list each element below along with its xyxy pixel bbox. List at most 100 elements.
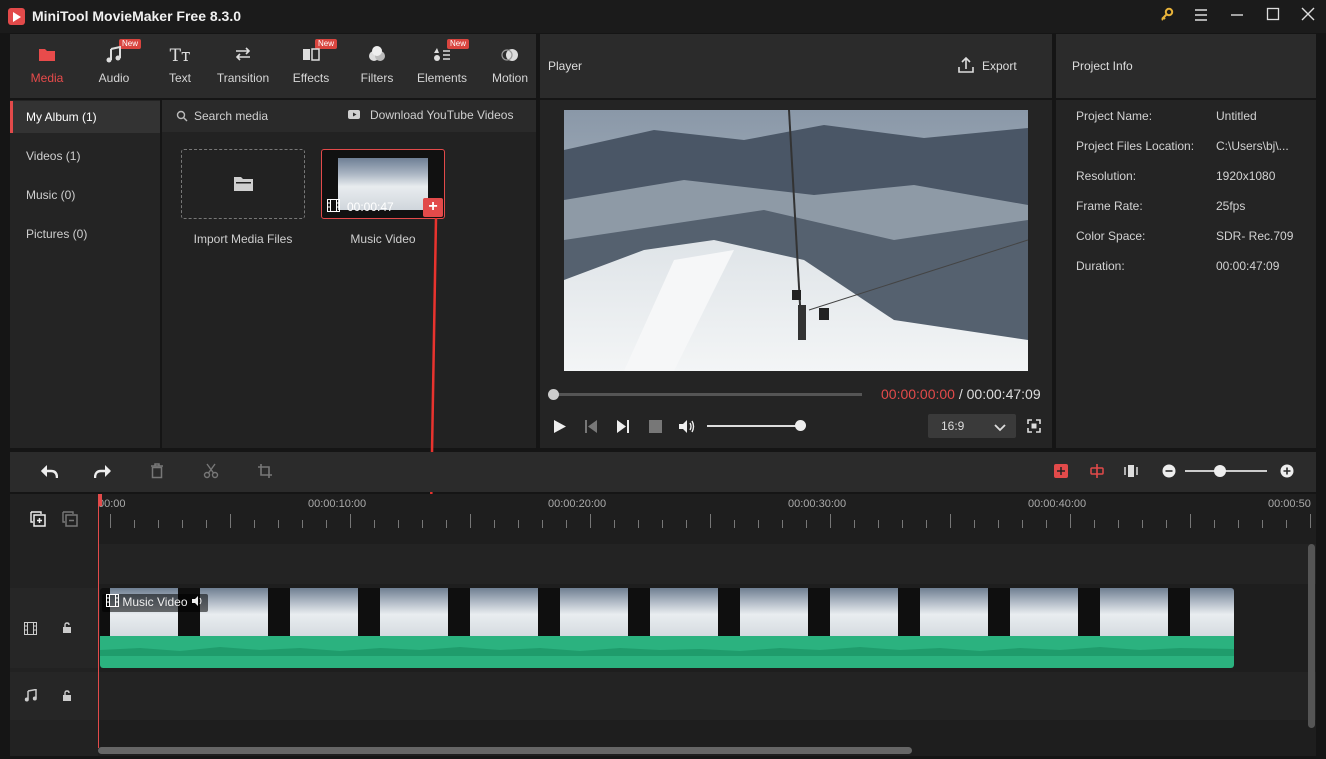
player-title: Player bbox=[548, 59, 583, 73]
tab-transition[interactable]: Transition bbox=[212, 34, 274, 98]
clip-frame bbox=[290, 588, 358, 636]
zoom-out-icon[interactable] bbox=[1162, 464, 1176, 481]
ruler-tick bbox=[998, 520, 999, 528]
vertical-scrollbar[interactable] bbox=[1308, 544, 1315, 728]
info-row-project-name: Project Name: Untitled bbox=[1076, 109, 1316, 129]
ruler-tick bbox=[374, 520, 375, 528]
timeline-video-clip[interactable]: Music Video bbox=[100, 588, 1234, 668]
zoom-slider-thumb[interactable] bbox=[1214, 465, 1226, 477]
maximize-button[interactable] bbox=[1262, 6, 1284, 28]
total-time: 00:00:47:09 bbox=[966, 386, 1041, 402]
auto-fit-icon[interactable] bbox=[1053, 463, 1069, 482]
tab-label: Filters bbox=[360, 71, 394, 85]
tab-audio[interactable]: New Audio bbox=[83, 34, 145, 98]
ruler-tick bbox=[422, 520, 423, 528]
delete-icon[interactable] bbox=[150, 463, 164, 482]
project-info-title: Project Info bbox=[1072, 59, 1133, 73]
stop-button[interactable] bbox=[649, 420, 662, 433]
effects-icon bbox=[280, 46, 342, 66]
close-button[interactable] bbox=[1297, 6, 1319, 28]
sidebar-item-videos[interactable]: Videos (1) bbox=[10, 140, 160, 172]
play-button[interactable] bbox=[553, 419, 567, 437]
crop-icon[interactable] bbox=[257, 463, 273, 482]
tab-text[interactable]: Tт Text bbox=[149, 34, 211, 98]
ruler-tick bbox=[926, 520, 927, 528]
ruler-tick bbox=[446, 520, 447, 528]
current-time: 00:00:00:00 bbox=[881, 386, 955, 402]
info-key: Project Name: bbox=[1076, 109, 1153, 123]
aspect-ratio-select[interactable]: 16:9 bbox=[928, 414, 1016, 438]
sidebar-item-music[interactable]: Music (0) bbox=[10, 179, 160, 211]
ruler-tick bbox=[230, 514, 231, 528]
ruler-label: 00:00 bbox=[98, 498, 126, 510]
undo-icon[interactable] bbox=[40, 464, 59, 483]
ruler-tick bbox=[902, 520, 903, 528]
sidebar-item-my-album[interactable]: My Album (1) bbox=[10, 101, 160, 133]
split-marker-icon[interactable] bbox=[1089, 463, 1105, 482]
lock-video-track-icon[interactable] bbox=[62, 622, 72, 637]
audio-waveform bbox=[100, 636, 1234, 668]
timeline-toolbar bbox=[10, 452, 1316, 492]
add-to-timeline-button[interactable]: + bbox=[423, 198, 443, 217]
previous-frame-button[interactable] bbox=[584, 419, 598, 437]
add-track-icon[interactable] bbox=[30, 511, 46, 530]
filters-icon bbox=[346, 46, 408, 66]
motion-icon bbox=[479, 46, 541, 66]
clip-frame bbox=[200, 588, 268, 636]
horizontal-scrollbar[interactable] bbox=[98, 747, 912, 754]
ruler-tick bbox=[806, 520, 807, 528]
zoom-in-icon[interactable] bbox=[1280, 464, 1294, 481]
key-icon[interactable] bbox=[1156, 6, 1178, 28]
ruler-tick bbox=[1094, 520, 1095, 528]
tab-effects[interactable]: New Effects bbox=[280, 34, 342, 98]
ruler-tick bbox=[950, 514, 951, 528]
playhead-line[interactable] bbox=[98, 494, 99, 748]
tab-media[interactable]: Media bbox=[16, 34, 78, 98]
fullscreen-button[interactable] bbox=[1027, 419, 1041, 436]
audio-track bbox=[98, 672, 1316, 720]
album-sidebar: My Album (1) Videos (1) Music (0) Pictur… bbox=[10, 100, 160, 448]
lock-audio-track-icon[interactable] bbox=[62, 690, 72, 705]
ruler-tick bbox=[110, 514, 111, 528]
redo-icon[interactable] bbox=[93, 464, 112, 483]
ruler-tick bbox=[350, 514, 351, 528]
chevron-down-icon bbox=[994, 421, 1006, 435]
ruler-tick bbox=[1166, 520, 1167, 528]
sidebar-item-pictures[interactable]: Pictures (0) bbox=[10, 218, 160, 250]
minimize-button[interactable] bbox=[1226, 6, 1248, 28]
timeline-ruler: 00:00 00:00:10:00 00:00:20:00 00:00:30:0… bbox=[98, 494, 1316, 538]
main-toolbar: Media New Audio Tт Text Transition New E… bbox=[10, 34, 536, 98]
search-media-input[interactable]: Search media bbox=[194, 109, 268, 123]
ruler-tick bbox=[182, 520, 183, 528]
volume-slider-track[interactable] bbox=[707, 425, 801, 427]
tab-label: Elements bbox=[416, 71, 468, 85]
ruler-tick bbox=[302, 520, 303, 528]
playback-progress-track[interactable] bbox=[552, 393, 862, 396]
tab-elements[interactable]: New Elements bbox=[411, 34, 473, 98]
tab-filters[interactable]: Filters bbox=[346, 34, 408, 98]
clip-frame bbox=[1010, 588, 1078, 636]
music-note-icon bbox=[83, 45, 145, 66]
fit-timeline-icon[interactable] bbox=[1123, 463, 1139, 482]
remove-track-icon[interactable] bbox=[62, 511, 78, 530]
ruler-label: 00:00:50 bbox=[1268, 498, 1311, 510]
import-media-tile[interactable] bbox=[181, 149, 305, 219]
volume-icon[interactable] bbox=[678, 419, 696, 437]
ruler-tick bbox=[206, 520, 207, 528]
export-button[interactable]: Export bbox=[982, 59, 1017, 73]
info-key: Frame Rate: bbox=[1076, 199, 1143, 213]
split-scissors-icon[interactable] bbox=[203, 463, 219, 482]
tab-motion[interactable]: Motion bbox=[479, 34, 541, 98]
zoom-slider-track[interactable] bbox=[1185, 470, 1267, 472]
ruler-tick bbox=[134, 520, 135, 528]
volume-slider-thumb[interactable] bbox=[795, 420, 806, 431]
info-value: SDR- Rec.709 bbox=[1216, 229, 1294, 243]
download-youtube-button[interactable]: Download YouTube Videos bbox=[370, 108, 513, 122]
timecode-display: 00:00:00:00 / 00:00:47:09 bbox=[881, 386, 1041, 402]
menu-icon[interactable] bbox=[1190, 6, 1212, 28]
info-row-resolution: Resolution: 1920x1080 bbox=[1076, 169, 1316, 189]
next-frame-button[interactable] bbox=[616, 419, 630, 437]
folder-icon bbox=[16, 46, 78, 66]
playback-progress-thumb[interactable] bbox=[548, 389, 559, 400]
ruler-tick bbox=[1118, 520, 1119, 528]
